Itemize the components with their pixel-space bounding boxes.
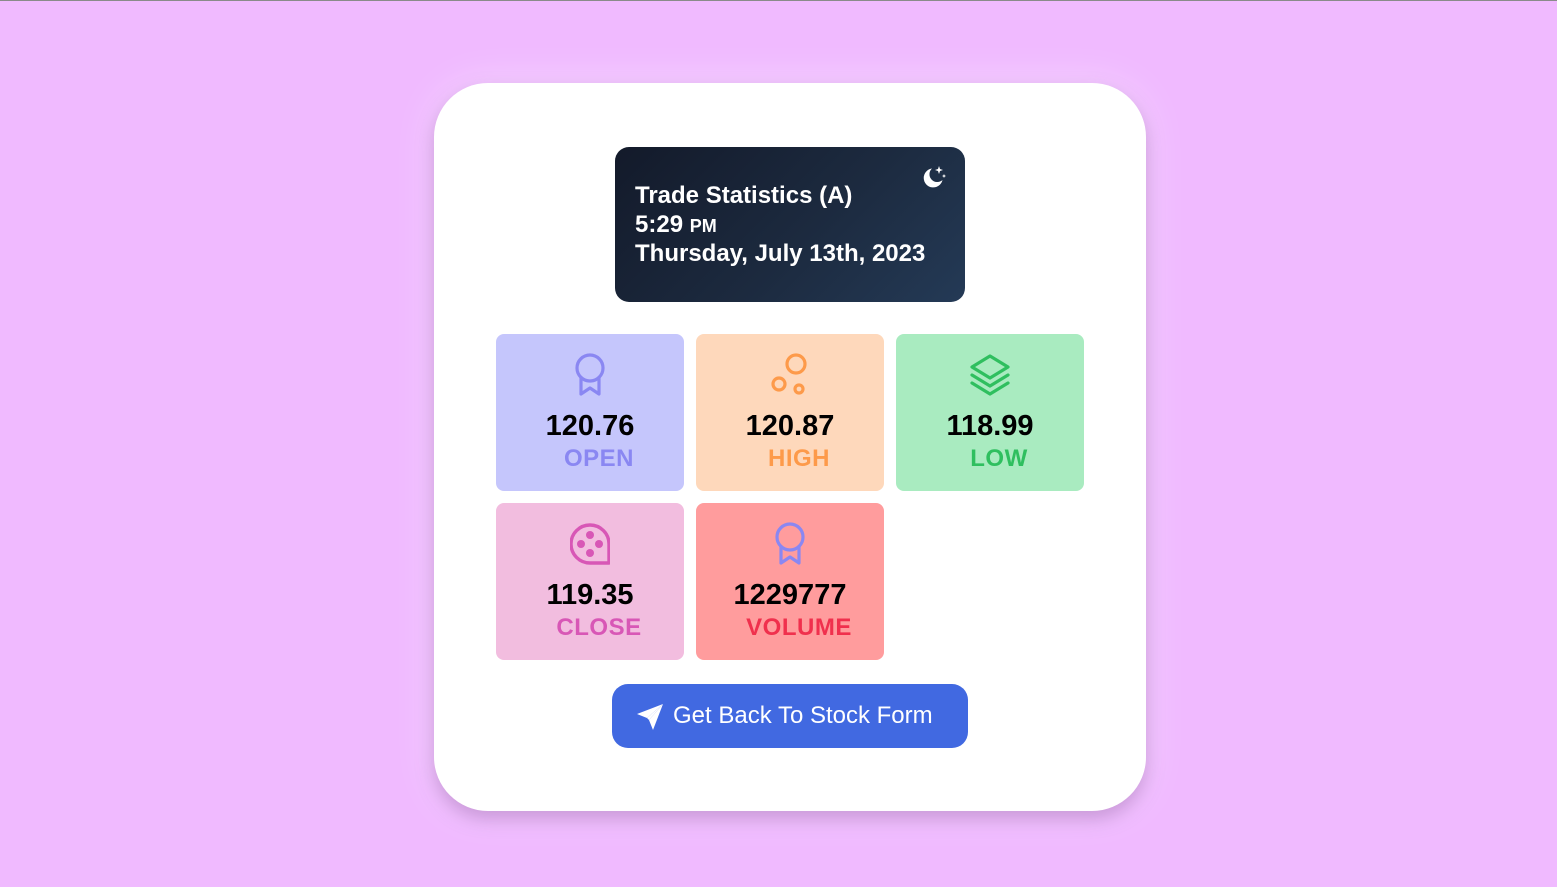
back-button-label: Get Back To Stock Form <box>673 702 933 729</box>
stat-label-open: OPEN <box>563 445 634 472</box>
stat-value-high: 120.87 <box>745 410 835 442</box>
time-ampm: PM <box>689 216 717 236</box>
film-reel-icon <box>570 523 610 565</box>
stat-tile-close: 119.35 CLOSE <box>496 503 684 660</box>
layers-icon <box>970 354 1010 396</box>
send-icon <box>637 704 663 730</box>
page-title: Trade Statistics (A) <box>635 182 853 209</box>
stat-tile-high: 120.87 HIGH <box>696 334 884 491</box>
time-value: 5:29 <box>635 211 684 238</box>
stat-value-close: 119.35 <box>546 579 634 611</box>
back-to-stock-form-button[interactable]: Get Back To Stock Form <box>612 684 968 748</box>
current-date: Thursday, July 13th, 2023 <box>635 240 926 267</box>
award-icon <box>775 522 805 565</box>
stat-label-high: HIGH <box>768 445 830 472</box>
trade-stats-header: Trade Statistics (A) 5:29 PM Thursday, J… <box>615 147 965 302</box>
stat-value-volume: 1229777 <box>733 579 847 611</box>
bubbles-icon <box>771 353 807 395</box>
stat-label-volume: VOLUME <box>746 614 852 641</box>
stat-label-close: CLOSE <box>556 614 642 641</box>
award-icon <box>575 353 605 396</box>
stat-value-open: 120.76 <box>545 410 635 442</box>
stat-value-low: 118.99 <box>946 410 1034 442</box>
stat-tile-low: 118.99 LOW <box>896 334 1084 491</box>
current-time: 5:29 PM <box>635 210 717 241</box>
moon-stars-icon[interactable] <box>919 163 947 191</box>
stat-label-low: LOW <box>970 445 1028 472</box>
trade-stats-card: Trade Statistics (A) 5:29 PM Thursday, J… <box>434 83 1146 811</box>
stat-tile-open: 120.76 OPEN <box>496 334 684 491</box>
stat-tile-volume: 1229777 VOLUME <box>696 503 884 660</box>
